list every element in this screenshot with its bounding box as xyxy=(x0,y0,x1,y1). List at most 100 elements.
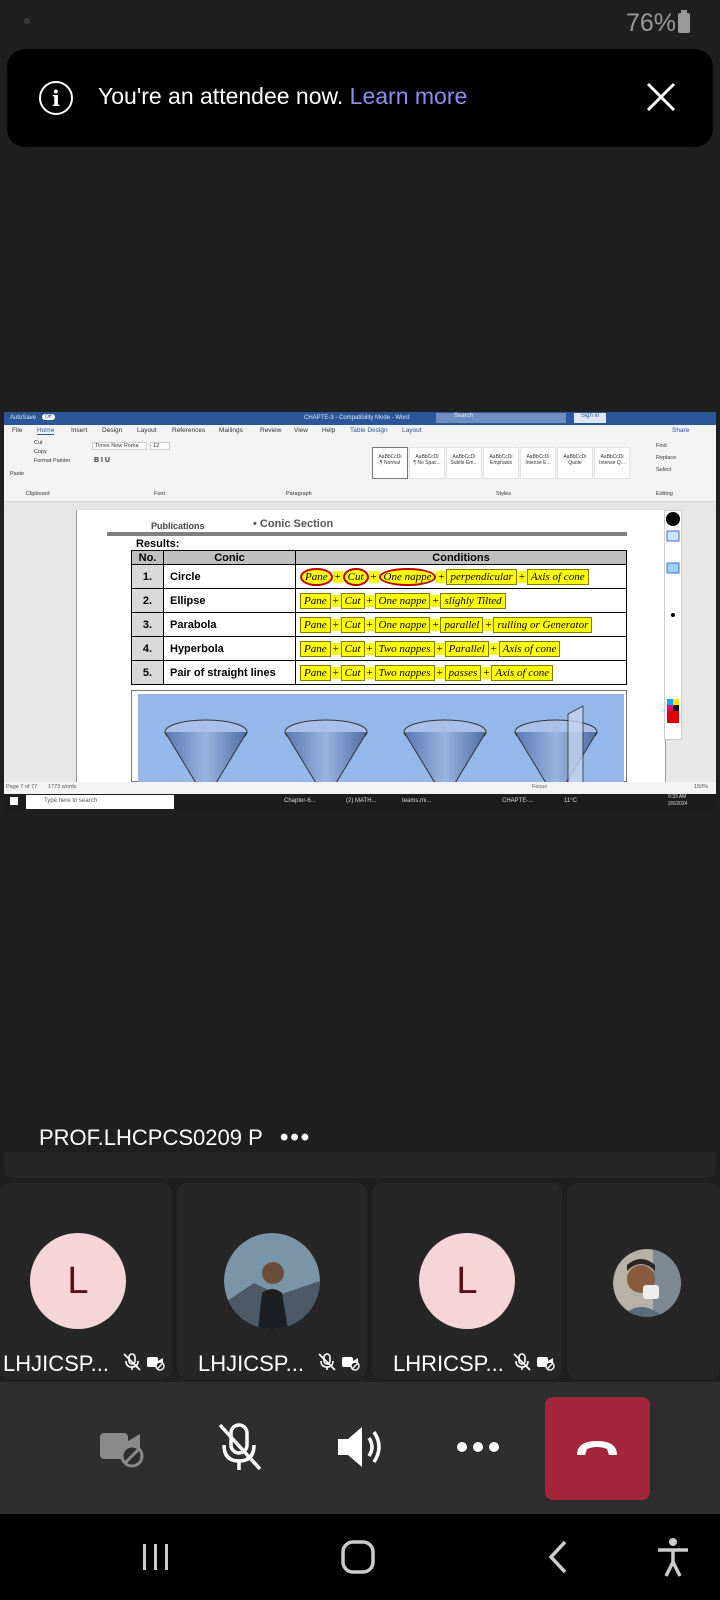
battery-icon xyxy=(678,10,690,33)
document-area: Publications • Conic Section Results: No… xyxy=(4,510,716,784)
condition-tag: passes xyxy=(444,664,482,681)
presenter-name: PROF.LHCPCS0209 P xyxy=(39,1125,263,1150)
condition-tag: Axis of cone xyxy=(498,640,561,657)
attendee-banner: i You're an attendee now. Learn more xyxy=(7,49,713,147)
copy-button: Copy xyxy=(34,449,47,455)
avatar: L xyxy=(419,1233,515,1329)
plus-sign: + xyxy=(434,642,445,655)
speaker-icon[interactable] xyxy=(320,1407,400,1487)
condition-tag: Cut xyxy=(340,616,365,633)
accessibility-icon[interactable] xyxy=(648,1534,698,1580)
condition-tag: Pane xyxy=(300,567,333,586)
more-options-icon[interactable] xyxy=(438,1407,518,1487)
style-quote: AaBbCcDi Quote xyxy=(557,447,593,479)
header-conic: Conic xyxy=(163,550,296,565)
group-font: Font xyxy=(154,491,166,497)
plus-sign: + xyxy=(364,666,375,679)
condition-tag: One nappe xyxy=(378,567,437,586)
conditions-cell: Pane + Cut + One nappe + perpendicular + Axis of… xyxy=(295,564,627,589)
replace-button: Replace xyxy=(656,455,677,461)
group-editing: Editing xyxy=(656,491,673,497)
word-tabs: File Home Insert Design Layout Reference… xyxy=(4,425,716,437)
notification-dot xyxy=(24,18,30,24)
word-search-box: Search xyxy=(436,413,566,423)
navigation-bar xyxy=(0,1514,720,1600)
zoom-level: 150% xyxy=(694,784,709,790)
leave-call-button[interactable] xyxy=(545,1397,650,1500)
plus-sign: + xyxy=(332,570,343,583)
status-bar: 76% xyxy=(0,0,720,46)
conic-name: Ellipse xyxy=(163,588,296,613)
row-number: 4. xyxy=(131,636,164,661)
mic-off-icon[interactable] xyxy=(200,1407,280,1487)
plus-sign: + xyxy=(434,666,445,679)
style-intense-emphasis: AaBbCcDi Intense E... xyxy=(520,447,556,479)
banner-message: You're an attendee now. Learn more xyxy=(98,83,467,110)
home-icon[interactable] xyxy=(333,1534,383,1580)
presenter-more-button[interactable]: ••• xyxy=(280,1124,311,1152)
plus-sign: + xyxy=(364,642,375,655)
plus-sign: + xyxy=(430,594,441,607)
learn-more-link[interactable]: Learn more xyxy=(350,83,468,109)
taskbar-app-2: (2) MATH... xyxy=(346,798,377,804)
participant-tile-3[interactable]: L LHRICSP... xyxy=(372,1183,562,1379)
cone-3 xyxy=(403,719,487,784)
sign-in-button: Sign in xyxy=(574,413,606,423)
plus-sign: + xyxy=(430,618,441,631)
condition-tag: Pane xyxy=(300,616,331,633)
condition-tag: parallel xyxy=(440,616,484,633)
paste-button: Paste xyxy=(10,471,25,477)
tab-help: Help xyxy=(322,427,336,434)
taskbar-search: Type here to search xyxy=(26,795,174,809)
plus-sign: + xyxy=(516,570,527,583)
camera-off-icon[interactable] xyxy=(80,1407,160,1487)
group-styles: Styles xyxy=(496,491,511,497)
font-name-box: Times New Roma xyxy=(92,442,147,450)
style-normal: AaBbCcDi ¶ Normal xyxy=(372,447,408,479)
plus-sign: + xyxy=(330,618,341,631)
bold-button: B I U xyxy=(94,457,110,464)
tab-mailings: Mailings xyxy=(219,427,243,434)
hang-up-icon xyxy=(577,1441,617,1455)
cone-figure-background xyxy=(138,694,624,784)
row-number: 1. xyxy=(131,564,164,589)
close-icon[interactable] xyxy=(643,79,679,115)
participant-tile-1[interactable]: L LHJICSP... xyxy=(0,1183,172,1379)
condition-tag: Pane xyxy=(300,592,331,609)
shared-screen: AutoSave Off CHAPTE-3 - Compatibility Mo… xyxy=(4,412,716,810)
conic-name: Circle xyxy=(163,564,296,589)
tab-file: File xyxy=(12,427,23,434)
plus-sign: + xyxy=(483,618,494,631)
conditions-cell: Pane + Cut + One nappe + parallel + rulling or G… xyxy=(295,612,627,637)
back-icon[interactable] xyxy=(535,1534,585,1580)
weather-temp: 11°C xyxy=(564,798,577,804)
video-off-icon xyxy=(342,1357,360,1371)
condition-tag: One nappe xyxy=(374,592,431,609)
style-emphasis: AaBbCcDi Emphasis xyxy=(483,447,519,479)
header-no: No. xyxy=(131,550,164,565)
taskbar-app-3: teams.mi... xyxy=(402,798,432,804)
participant-tile-4[interactable] xyxy=(567,1183,720,1379)
taskbar-app-1: Chapter-6... xyxy=(284,798,316,804)
font-size-box: 12 xyxy=(150,442,170,450)
publications-label: Publications xyxy=(151,521,205,531)
condition-tag: Pane xyxy=(300,640,331,657)
condition-tag: One nappe xyxy=(374,616,431,633)
stage-footer xyxy=(4,1152,716,1178)
info-icon: i xyxy=(39,81,73,115)
windows-start-icon xyxy=(10,797,18,805)
conditions-cell: Pane + Cut + One nappe + slighly Tilted xyxy=(295,588,627,613)
header-conditions: Conditions xyxy=(295,550,627,565)
focus-mode: Focus xyxy=(532,784,547,790)
participant-tile-2[interactable]: LHJICSP... xyxy=(177,1183,367,1379)
recent-apps-icon[interactable] xyxy=(131,1534,181,1580)
mic-off-icon xyxy=(513,1353,531,1371)
autosave-label: AutoSave xyxy=(10,415,37,421)
header-divider xyxy=(107,532,627,536)
cones-illustration xyxy=(164,705,598,784)
avatar xyxy=(613,1249,681,1317)
row-number: 3. xyxy=(131,612,164,637)
video-off-icon xyxy=(537,1357,555,1371)
table-row: 2. Ellipse Pane + Cut + One nappe + slighly Tilt… xyxy=(131,588,627,613)
participant-name: LHJICSP... xyxy=(198,1351,304,1376)
